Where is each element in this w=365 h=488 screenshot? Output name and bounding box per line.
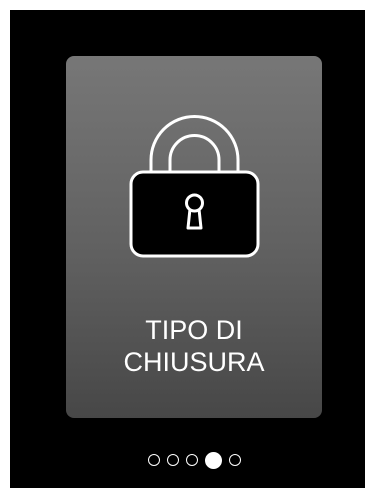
- page-dot-2[interactable]: [167, 454, 179, 466]
- card-title: TIPO DI CHIUSURA: [66, 314, 322, 378]
- card-title-line-1: TIPO DI: [145, 315, 243, 345]
- page-dot-active[interactable]: [205, 451, 222, 469]
- page-indicator: [148, 450, 268, 470]
- page-dot-3[interactable]: [186, 454, 198, 466]
- page-dot-5[interactable]: [229, 454, 241, 466]
- padlock-icon: [129, 115, 260, 258]
- card-title-line-2: CHIUSURA: [123, 347, 265, 377]
- page-dot-1[interactable]: [148, 454, 160, 466]
- closure-type-card[interactable]: TIPO DI CHIUSURA: [66, 56, 322, 418]
- device-screen: TIPO DI CHIUSURA: [10, 10, 365, 488]
